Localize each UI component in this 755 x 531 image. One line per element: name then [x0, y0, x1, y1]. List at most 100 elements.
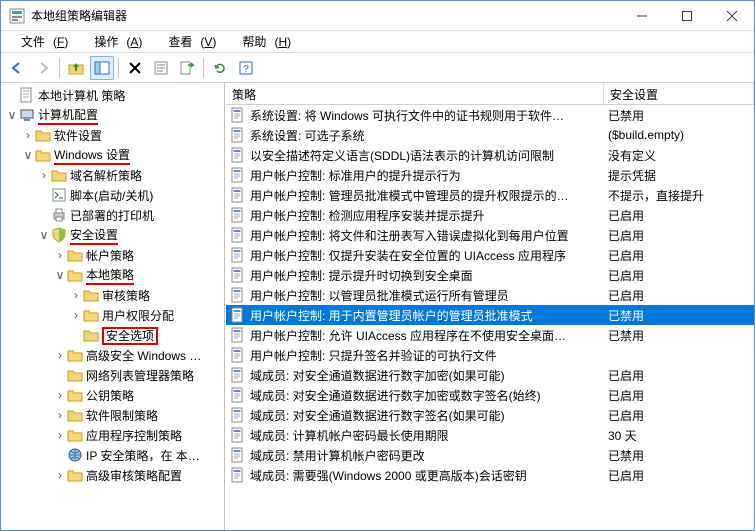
tree-software-restriction[interactable]: ›软件限制策略	[1, 405, 224, 425]
tree-twisty[interactable]: ›	[21, 128, 35, 142]
tree-user-rights[interactable]: › 用户权限分配	[1, 305, 224, 325]
cell-setting: 已启用	[604, 207, 754, 224]
list-row[interactable]: 域成员: 需要强(Windows 2000 或更高版本)会话密钥 已启用	[226, 465, 754, 485]
list-row[interactable]: 系统设置: 将 Windows 可执行文件中的证书规则用于软件… 已禁用	[226, 105, 754, 125]
tree-public-key[interactable]: ›公钥策略	[1, 385, 224, 405]
tree-label: 已部署的打印机	[70, 207, 154, 224]
tree-computer-config[interactable]: ∨ 计算机配置	[1, 105, 224, 125]
minimize-button[interactable]	[619, 1, 664, 30]
tree-twisty[interactable]: ›	[53, 388, 67, 402]
tree-twisty[interactable]: ›	[69, 308, 83, 322]
tree-ipsec[interactable]: IP 安全策略，在 本…	[1, 445, 224, 465]
delete-x-icon	[128, 61, 142, 75]
tree-twisty[interactable]: ›	[53, 408, 67, 422]
tree-label: 审核策略	[102, 287, 150, 304]
cell-setting: 已启用	[604, 247, 754, 264]
arrow-left-icon	[9, 60, 25, 76]
cell-setting: 已启用	[604, 227, 754, 244]
tree-label: 网络列表管理器策略	[86, 367, 194, 384]
menu-action[interactable]: 操作(A)	[78, 31, 150, 52]
menu-view[interactable]: 查看(V)	[152, 31, 224, 52]
tree-twisty[interactable]: ›	[53, 428, 67, 442]
tree-printers[interactable]: 已部署的打印机	[1, 205, 224, 225]
list-row[interactable]: 以安全描述符定义语言(SDDL)语法表示的计算机访问限制 没有定义	[226, 145, 754, 165]
list-row[interactable]: 用户帐户控制: 仅提升安装在安全位置的 UIAccess 应用程序 已启用	[226, 245, 754, 265]
tree-label: 应用程序控制策略	[86, 427, 182, 444]
tree-label: 计算机配置	[38, 106, 98, 125]
tree-twisty[interactable]: ›	[53, 248, 67, 262]
tree-scripts[interactable]: 脚本(启动/关机)	[1, 185, 224, 205]
list-row[interactable]: 用户帐户控制: 检测应用程序安装并提示提升 已启用	[226, 205, 754, 225]
list-row[interactable]: 用户帐户控制: 管理员批准模式中管理员的提升权限提示的… 不提示，直接提升	[226, 185, 754, 205]
tree-twisty[interactable]: ›	[53, 348, 67, 362]
column-setting[interactable]: 安全设置	[604, 83, 754, 104]
forward-button[interactable]	[31, 56, 55, 80]
list-row[interactable]: 域成员: 对安全通道数据进行数字签名(如果可能) 已启用	[226, 405, 754, 425]
tree-audit-policy[interactable]: › 审核策略	[1, 285, 224, 305]
list-row[interactable]: 域成员: 对安全通道数据进行数字加密(如果可能) 已启用	[226, 365, 754, 385]
menu-file[interactable]: 文件(F)	[5, 31, 76, 52]
maximize-button[interactable]	[664, 1, 709, 30]
list-row[interactable]: 用户帐户控制: 以管理员批准模式运行所有管理员 已启用	[226, 285, 754, 305]
tree-twisty[interactable]: ›	[69, 288, 83, 302]
close-icon	[727, 11, 737, 21]
tree-label: IP 安全策略，在 本…	[86, 447, 200, 464]
tree-firewall[interactable]: ›高级安全 Windows …	[1, 345, 224, 365]
column-policy[interactable]: 策略	[226, 83, 604, 104]
export-icon	[179, 60, 195, 76]
list-row[interactable]: 用户帐户控制: 允许 UIAccess 应用程序在不使用安全桌面… 已禁用	[226, 325, 754, 345]
delete-button[interactable]	[123, 56, 147, 80]
tree-twisty[interactable]: ∨	[37, 228, 51, 242]
show-hide-tree-button[interactable]	[90, 56, 114, 80]
list-row[interactable]: 域成员: 禁用计算机帐户密码更改 已禁用	[226, 445, 754, 465]
list-row[interactable]: 域成员: 计算机帐户密码最长使用期限 30 天	[226, 425, 754, 445]
tree-label: 用户权限分配	[102, 307, 174, 324]
list-row[interactable]: 域成员: 对安全通道数据进行数字加密或数字签名(始终) 已启用	[226, 385, 754, 405]
tree-network-list[interactable]: 网络列表管理器策略	[1, 365, 224, 385]
tree-dns-policy[interactable]: ›域名解析策略	[1, 165, 224, 185]
window-title: 本地组策略编辑器	[31, 7, 619, 24]
cell-policy: 域成员: 对安全通道数据进行数字签名(如果可能)	[226, 407, 604, 424]
tree-security-options[interactable]: 安全选项	[1, 325, 224, 345]
refresh-button[interactable]	[208, 56, 232, 80]
tree-account-policies[interactable]: ›帐户策略	[1, 245, 224, 265]
tree-adv-audit[interactable]: › 高级审核策略配置	[1, 465, 224, 485]
tree-root[interactable]: 本地计算机 策略	[1, 85, 224, 105]
tree-software-settings[interactable]: ›软件设置	[1, 125, 224, 145]
tree-label: 本地计算机 策略	[38, 87, 125, 104]
menu-help[interactable]: 帮助(H)	[226, 31, 299, 52]
export-button[interactable]	[175, 56, 199, 80]
tree-twisty[interactable]: ∨	[5, 108, 19, 122]
cell-setting: 不提示，直接提升	[604, 187, 754, 204]
list-row[interactable]: 用户帐户控制: 用于内置管理员帐户的管理员批准模式 已禁用	[226, 305, 754, 325]
cell-setting: ($build.empty)	[604, 128, 754, 142]
tree-label: 高级审核策略配置	[86, 467, 182, 484]
list-body[interactable]: 系统设置: 将 Windows 可执行文件中的证书规则用于软件… 已禁用 系统设…	[226, 105, 754, 530]
tree-twisty[interactable]: ›	[53, 468, 67, 482]
toolbar-separator	[203, 58, 204, 78]
list-row[interactable]: 用户帐户控制: 标准用户的提升提示行为 提示凭据	[226, 165, 754, 185]
tree-twisty[interactable]: ›	[37, 168, 51, 182]
back-button[interactable]	[5, 56, 29, 80]
close-button[interactable]	[709, 1, 754, 30]
tree-label: 安全选项	[102, 327, 158, 344]
tree-twisty[interactable]: ∨	[21, 148, 35, 162]
tree-local-policies[interactable]: ∨本地策略	[1, 265, 224, 285]
tree-security-settings[interactable]: ∨安全设置	[1, 225, 224, 245]
tree-pane-icon	[94, 60, 110, 76]
cell-policy: 域成员: 对安全通道数据进行数字加密或数字签名(始终)	[226, 387, 604, 404]
tree-pane[interactable]: 本地计算机 策略 ∨ 计算机配置›软件设置 ∨ Windows 设置›域名解析策略脚本(…	[1, 83, 225, 530]
list-row[interactable]: 系统设置: 可选子系统 ($build.empty)	[226, 125, 754, 145]
tree-app-control[interactable]: › 应用程序控制策略	[1, 425, 224, 445]
list-row[interactable]: 用户帐户控制: 将文件和注册表写入错误虚拟化到每用户位置 已启用	[226, 225, 754, 245]
list-row[interactable]: 用户帐户控制: 只提升签名并验证的可执行文件	[226, 345, 754, 365]
properties-button[interactable]	[149, 56, 173, 80]
cell-setting: 已禁用	[604, 327, 754, 344]
tree-twisty[interactable]: ∨	[53, 268, 67, 282]
list-row[interactable]: 用户帐户控制: 提示提升时切换到安全桌面 已启用	[226, 265, 754, 285]
cell-policy: 用户帐户控制: 只提升签名并验证的可执行文件	[226, 347, 604, 364]
tree-label: Windows 设置	[54, 146, 130, 165]
help-button[interactable]: ?	[234, 56, 258, 80]
up-button[interactable]	[64, 56, 88, 80]
tree-windows-settings[interactable]: ∨ Windows 设置	[1, 145, 224, 165]
